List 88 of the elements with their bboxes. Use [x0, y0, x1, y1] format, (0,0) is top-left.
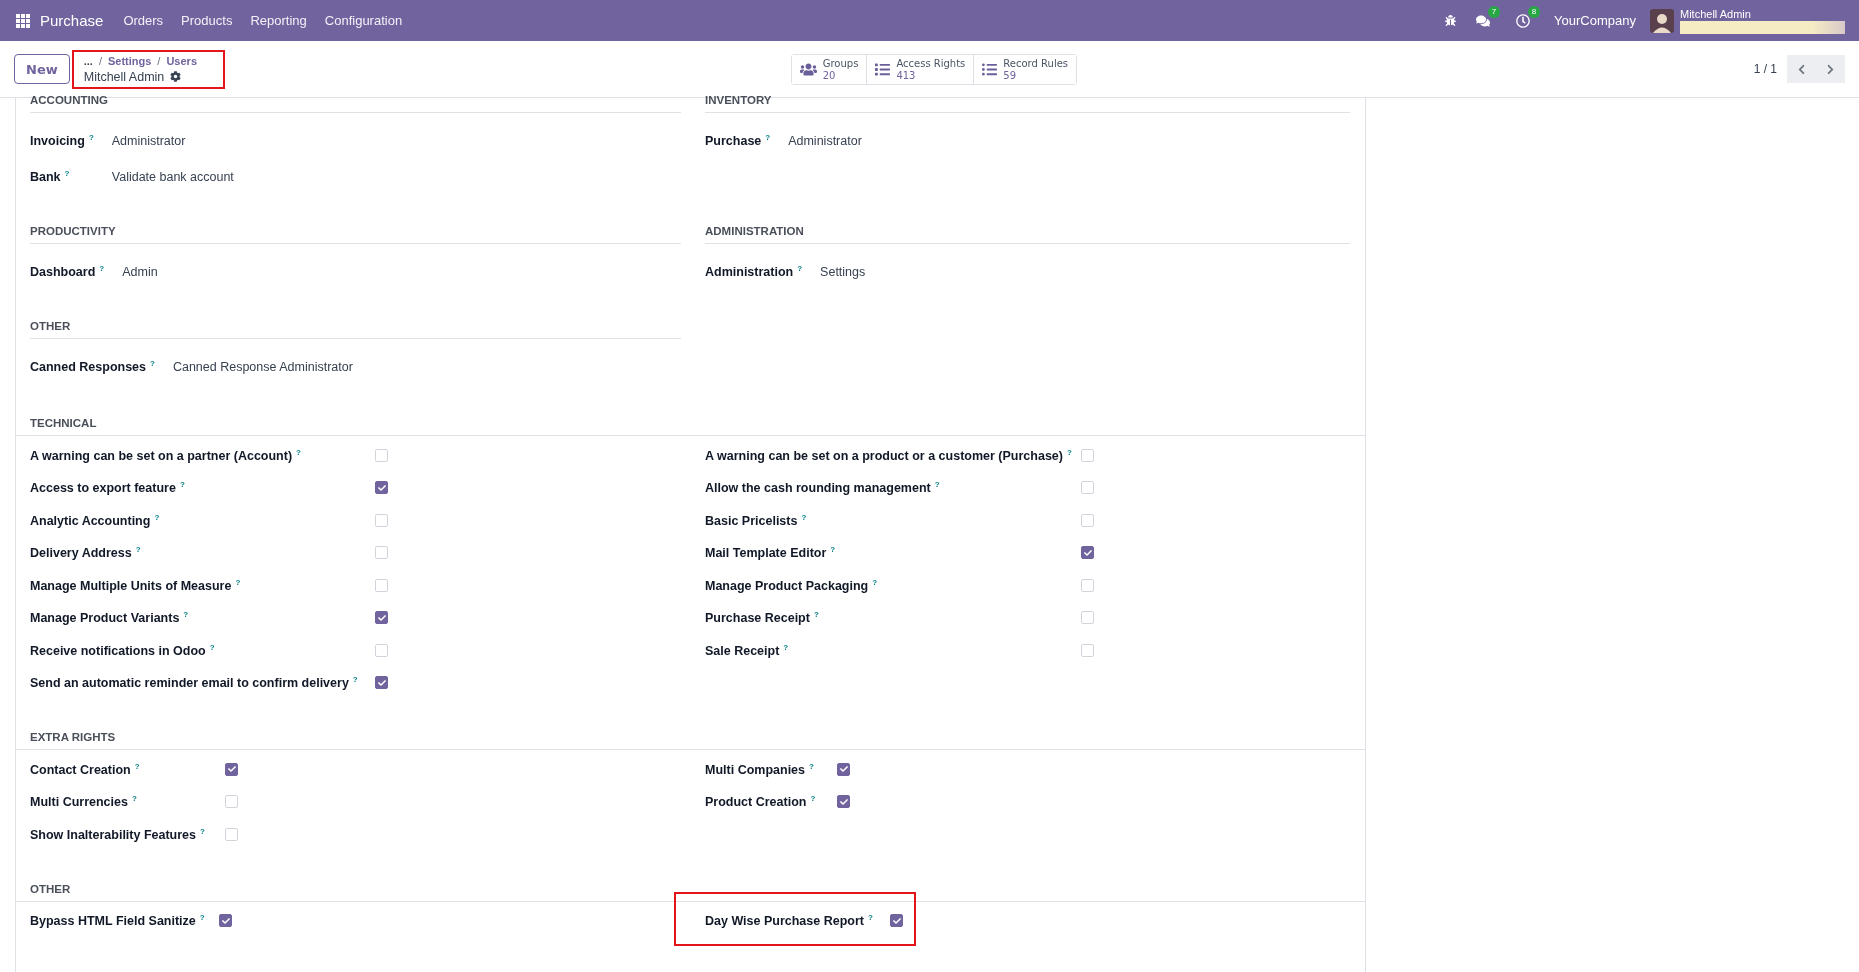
field-value[interactable]: Administrator	[111, 134, 681, 148]
user-name[interactable]: Mitchell Admin	[1680, 7, 1845, 21]
section-title: ADMINISTRATION	[705, 223, 1350, 244]
stat-button[interactable]: Groups 20	[791, 54, 868, 84]
menu-item[interactable]: Products	[181, 13, 233, 28]
section-title: ACCOUNTING	[30, 92, 681, 113]
section-title: TECHNICAL	[16, 415, 1365, 436]
field-label: Multi Companies $^{?}$	[705, 761, 815, 777]
field-label: Send an automatic reminder email to confirm delivery $^{?}$	[30, 675, 359, 691]
field-label: Product Creation $^{?}$	[705, 794, 817, 810]
field-label: Access to export feature $^{?}$	[30, 480, 186, 496]
section-title: EXTRA RIGHTS	[16, 729, 1365, 750]
field-label: Analytic Accounting $^{?}$	[30, 512, 161, 528]
field-label: Manage Multiple Units of Measure $^{?}$	[30, 577, 242, 593]
app-name[interactable]: Purchase	[40, 12, 104, 29]
bug-icon[interactable]	[1445, 15, 1457, 26]
avatar[interactable]	[1650, 8, 1674, 33]
check-icon	[221, 916, 230, 925]
field-label: Manage Product Packaging $^{?}$	[705, 577, 879, 593]
chevron-left-icon	[1796, 63, 1807, 75]
checkbox[interactable]	[837, 795, 850, 809]
field-value[interactable]: Administrator	[788, 134, 1350, 148]
chevron-right-icon	[1825, 63, 1836, 75]
field-label: Mail Template Editor $^{?}$	[705, 545, 837, 561]
checkbox[interactable]	[890, 914, 903, 928]
field-value[interactable]: Validate bank account	[111, 170, 681, 184]
chat-icon[interactable]	[1476, 13, 1491, 28]
section-title: PRODUCTIVITY	[30, 223, 681, 244]
menu-item[interactable]: Orders	[123, 13, 164, 28]
breadcrumb-link[interactable]: Users	[166, 54, 197, 67]
check-icon	[839, 797, 848, 806]
menu-item[interactable]: Reporting	[250, 13, 307, 28]
record-name: Mitchell Admin	[83, 69, 165, 84]
checkbox[interactable]	[837, 762, 850, 776]
field-label: Purchase $^{?}$	[705, 133, 771, 149]
field-label: Canned Responses $^{?}$	[30, 359, 155, 375]
check-icon	[377, 678, 386, 687]
pager-text: 1 / 1	[1753, 62, 1777, 76]
breadcrumb-separator: /	[157, 54, 161, 67]
field-label: Manage Product Variants $^{?}$	[30, 610, 190, 626]
field-label: Administration $^{?}$	[705, 264, 803, 280]
check-icon	[839, 765, 848, 774]
breadcrumb-separator: /	[98, 54, 102, 67]
field-label: Allow the cash rounding management $^{?}$	[705, 480, 941, 496]
field-label: Sale Receipt $^{?}$	[705, 642, 790, 658]
checkbox[interactable]	[375, 611, 388, 625]
field-label: A warning can be set on a product or a customer (Purchase) $^{?}$	[705, 447, 1073, 463]
field-value[interactable]: Settings	[820, 265, 1350, 279]
check-icon	[1083, 548, 1092, 557]
field-label: Basic Pricelists $^{?}$	[705, 512, 808, 528]
section-title: INVENTORY	[705, 92, 1350, 113]
checkbox[interactable]	[375, 481, 388, 495]
checkbox[interactable]	[219, 914, 232, 928]
list-icon	[875, 61, 891, 77]
breadcrumb-ellipsis[interactable]: ...	[83, 54, 93, 67]
check-icon	[892, 916, 901, 925]
field-label: Bypass HTML Field Sanitize $^{?}$	[30, 913, 206, 929]
check-icon	[377, 613, 386, 622]
checkbox[interactable]	[375, 676, 388, 690]
check-icon	[227, 765, 236, 774]
check-icon	[377, 483, 386, 492]
new-button[interactable]: New	[14, 54, 70, 84]
list-icon	[982, 61, 998, 77]
field-value[interactable]: Canned Response Administrator	[172, 360, 681, 374]
field-label: Dashboard $^{?}$	[30, 264, 105, 280]
section-title: OTHER	[30, 318, 681, 339]
section-title: OTHER	[16, 880, 1365, 902]
checkbox[interactable]	[225, 762, 238, 776]
clock-icon[interactable]	[1516, 13, 1531, 28]
field-label: Bank $^{?}$	[30, 169, 71, 185]
field-label: Purchase Receipt $^{?}$	[705, 610, 820, 626]
breadcrumb-link[interactable]: Settings	[107, 54, 152, 67]
field-value[interactable]: Admin	[122, 265, 681, 279]
field-label: Receive notifications in Odoo $^{?}$	[30, 642, 216, 658]
menu-item[interactable]: Configuration	[324, 13, 403, 28]
apps-grid-icon[interactable]	[16, 13, 30, 28]
field-label: Invoicing $^{?}$	[30, 133, 94, 149]
field-label: A warning can be set on a partner (Account) $^{?}$	[30, 447, 302, 463]
count-badge: 7	[1487, 5, 1501, 18]
settings-icon[interactable]	[170, 71, 182, 82]
field-label: Multi Currencies $^{?}$	[30, 794, 138, 810]
field-label: Contact Creation $^{?}$	[30, 761, 141, 777]
field-label: Show Inalterability Features $^{?}$	[30, 826, 206, 842]
count-badge: 8	[1527, 5, 1541, 18]
company-name[interactable]: YourCompany	[1554, 13, 1636, 28]
checkbox[interactable]	[1081, 546, 1094, 560]
field-label: Delivery Address $^{?}$	[30, 545, 142, 561]
field-label: Day Wise Purchase Report $^{?}$	[705, 913, 874, 929]
